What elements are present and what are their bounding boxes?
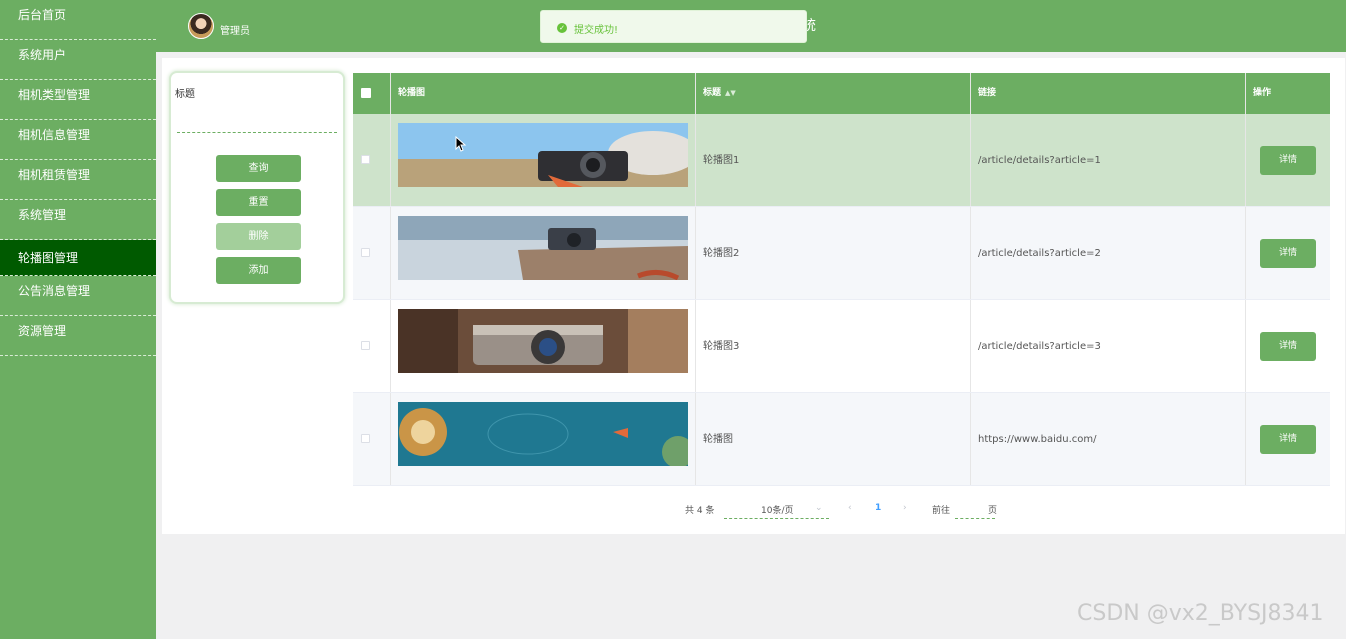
sidebar: 后台首页 系统用户 相机类型管理 相机信息管理 相机租赁管理 系统管理 轮播图管…	[0, 0, 156, 639]
image-cell	[391, 393, 696, 485]
watermark: CSDN @vx2_BYSJ8341	[1077, 601, 1324, 626]
image-cell	[391, 300, 696, 392]
table-row[interactable]: 轮播图 https://www.baidu.com/ 详情	[353, 393, 1330, 486]
link-cell: /article/details?article=3	[971, 300, 1246, 392]
row-checkbox[interactable]	[361, 155, 370, 164]
action-cell: 详情	[1246, 207, 1330, 299]
link-cell: /article/details?article=1	[971, 114, 1246, 206]
row-checkbox[interactable]	[361, 341, 370, 350]
pagination-total: 共 4 条	[685, 506, 715, 516]
sort-icon[interactable]: ▲▼	[725, 73, 736, 114]
avatar[interactable]	[188, 13, 214, 39]
detail-button[interactable]: 详情	[1260, 332, 1316, 361]
image-cell	[391, 114, 696, 206]
action-cell: 详情	[1246, 114, 1330, 206]
detail-button[interactable]: 详情	[1260, 239, 1316, 268]
row-check-cell	[353, 207, 391, 299]
next-page-icon[interactable]: ›	[903, 503, 907, 513]
toast-message: 提交成功!	[574, 25, 619, 36]
sidebar-item-camera-info[interactable]: 相机信息管理	[0, 120, 156, 160]
carousel-image-1	[398, 123, 688, 187]
carousel-table: 轮播图 标题 ▲▼ 链接 操作 轮播图1 /article/details?art…	[353, 73, 1330, 486]
header-action: 操作	[1253, 88, 1272, 98]
title-cell: 轮播图1	[696, 114, 971, 206]
goto-prefix: 前往	[932, 506, 951, 516]
sidebar-item-camera-rental[interactable]: 相机租赁管理	[0, 160, 156, 200]
chevron-down-icon[interactable]: ⌄	[815, 503, 823, 513]
page-size-underline	[724, 518, 829, 519]
prev-page-icon[interactable]: ‹	[848, 503, 852, 513]
sidebar-item-announcements[interactable]: 公告消息管理	[0, 276, 156, 316]
check-circle-icon: ✓	[557, 23, 567, 33]
search-panel: 标题 查询 重置 删除 添加	[169, 71, 345, 304]
action-cell: 详情	[1246, 300, 1330, 392]
header-title-col[interactable]: 标题 ▲▼	[696, 73, 971, 114]
delete-button[interactable]: 删除	[216, 223, 301, 250]
goto-suffix: 页	[988, 506, 998, 516]
add-button[interactable]: 添加	[216, 257, 301, 284]
sidebar-item-system-management[interactable]: 系统管理	[0, 200, 156, 240]
table-header: 轮播图 标题 ▲▼ 链接 操作	[353, 73, 1330, 114]
title-cell: 轮播图2	[696, 207, 971, 299]
header-image: 轮播图	[391, 73, 696, 114]
carousel-image-4	[398, 402, 688, 466]
row-checkbox[interactable]	[361, 248, 370, 257]
goto-page-input[interactable]	[955, 518, 995, 519]
carousel-image-2	[398, 216, 688, 280]
page-size-select[interactable]: 10条/页	[761, 503, 794, 516]
carousel-image-3	[398, 309, 688, 373]
link-cell: /article/details?article=2	[971, 207, 1246, 299]
row-check-cell	[353, 300, 391, 392]
table-row[interactable]: 轮播图1 /article/details?article=1 详情	[353, 114, 1330, 207]
detail-button[interactable]: 详情	[1260, 425, 1316, 454]
sidebar-item-home[interactable]: 后台首页	[0, 0, 156, 40]
select-all-checkbox[interactable]	[361, 88, 371, 98]
sidebar-item-system-users[interactable]: 系统用户	[0, 40, 156, 80]
image-cell	[391, 207, 696, 299]
current-page[interactable]: 1	[875, 503, 881, 513]
select-all-cell	[353, 73, 391, 114]
header-link: 链接	[971, 73, 1246, 114]
table-row[interactable]: 轮播图3 /article/details?article=3 详情	[353, 300, 1330, 393]
table-row[interactable]: 轮播图2 /article/details?article=2 详情	[353, 207, 1330, 300]
query-button[interactable]: 查询	[216, 155, 301, 182]
row-check-cell	[353, 393, 391, 485]
title-cell: 轮播图3	[696, 300, 971, 392]
sidebar-item-carousel[interactable]: 轮播图管理	[0, 240, 156, 276]
title-label: 标题	[175, 89, 195, 100]
row-checkbox[interactable]	[361, 434, 370, 443]
admin-name: 管理员	[220, 26, 250, 37]
sidebar-item-resources[interactable]: 资源管理	[0, 316, 156, 356]
link-cell: https://www.baidu.com/	[971, 393, 1246, 485]
detail-button[interactable]: 详情	[1260, 146, 1316, 175]
sidebar-item-camera-types[interactable]: 相机类型管理	[0, 80, 156, 120]
action-cell: 详情	[1246, 393, 1330, 485]
title-cell: 轮播图	[696, 393, 971, 485]
header-title-text: 标题	[703, 88, 722, 98]
row-check-cell	[353, 114, 391, 206]
reset-button[interactable]: 重置	[216, 189, 301, 216]
success-toast: ✓ 提交成功!	[540, 10, 807, 43]
title-search-input[interactable]	[177, 113, 337, 133]
mouse-cursor-icon	[455, 136, 467, 152]
